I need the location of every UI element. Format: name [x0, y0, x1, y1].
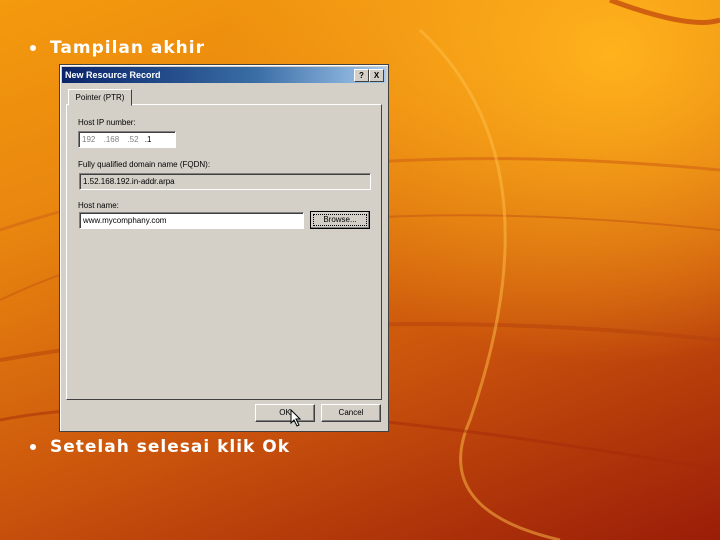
host-name-input[interactable]: www.mycomphany.com: [79, 212, 304, 229]
host-name-label: Host name:: [78, 201, 119, 210]
bullet-dot-icon: [30, 444, 36, 450]
host-ip-label: Host IP number:: [78, 118, 136, 127]
cancel-button[interactable]: Cancel: [321, 404, 381, 422]
tab-pointer-ptr[interactable]: Pointer (PTR): [68, 89, 132, 106]
dialog-title: New Resource Record: [65, 70, 161, 80]
help-icon[interactable]: ?: [354, 69, 369, 82]
bullet-text: Tampilan akhir: [50, 38, 205, 58]
bullet-text: Setelah selesai klik Ok: [50, 437, 291, 457]
ip-octet-3: .52: [127, 135, 139, 144]
bullet-dot-icon: [30, 45, 36, 51]
close-icon[interactable]: X: [369, 69, 384, 82]
fqdn-field: 1.52.168.192.in-addr.arpa: [79, 173, 371, 190]
ip-octet-2: .168: [103, 135, 120, 144]
ip-octet-1: 192: [82, 135, 96, 144]
bullet-item-2: Setelah selesai klik Ok: [30, 437, 290, 457]
ip-octet-4: .1: [144, 135, 152, 144]
ok-button[interactable]: OK: [255, 404, 315, 422]
fqdn-label: Fully qualified domain name (FQDN):: [78, 160, 211, 169]
dialog-titlebar: New Resource Record ? X: [62, 67, 386, 83]
bullet-item-1: Tampilan akhir: [30, 38, 205, 58]
host-ip-input[interactable]: 192 .168 .52 .1: [78, 131, 176, 148]
new-resource-record-dialog: New Resource Record ? X Pointer (PTR) Ho…: [59, 64, 389, 432]
browse-button[interactable]: Browse...: [310, 211, 370, 229]
mouse-cursor-icon: [290, 409, 302, 427]
tab-panel: [66, 104, 382, 400]
